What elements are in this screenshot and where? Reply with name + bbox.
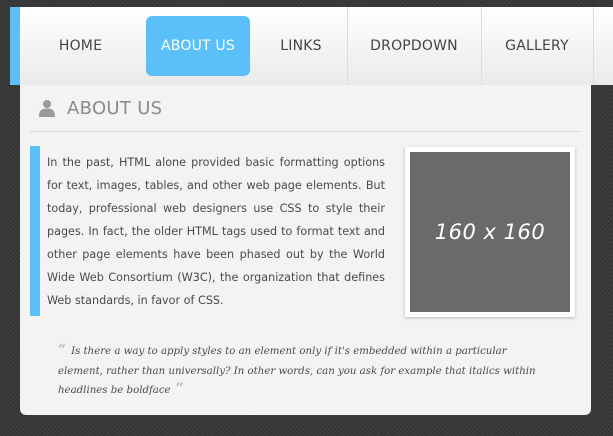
nav-item-overflow[interactable]: [593, 7, 613, 85]
quote-text: Is there a way to apply styles to an ele…: [58, 346, 536, 396]
nav-item-links[interactable]: LINKS: [255, 7, 347, 85]
main-navigation: HOME ABOUT US LINKS DROPDOWN GALLERY: [20, 7, 613, 85]
nav-accent-bar: [10, 7, 20, 85]
nav-item-label: GALLERY: [505, 38, 569, 54]
nav-item-label: HOME: [58, 38, 103, 54]
body-paragraph: In the past, HTML alone provided basic f…: [47, 156, 385, 307]
text-accent-bar: [30, 146, 40, 316]
nav-item-dropdown[interactable]: DROPDOWN: [347, 7, 481, 85]
nav-item-home[interactable]: HOME: [20, 7, 141, 85]
nav-item-label: ABOUT US: [146, 16, 250, 76]
nav-item-label: LINKS: [280, 38, 322, 54]
blockquote: “Is there a way to apply styles to an el…: [58, 342, 548, 401]
nav-item-gallery[interactable]: GALLERY: [481, 7, 593, 85]
image-placeholder: 160 x 160: [410, 152, 570, 312]
image-frame: 160 x 160: [405, 147, 575, 317]
quote-open-icon: “: [58, 342, 67, 358]
section-title: ABOUT US: [67, 97, 163, 119]
user-icon: [39, 100, 55, 117]
image-placeholder-label: 160 x 160: [434, 220, 546, 244]
quote-close-icon: ”: [175, 381, 184, 397]
nav-item-label: DROPDOWN: [370, 38, 458, 54]
section-header: ABOUT US: [30, 85, 581, 132]
nav-item-about-us[interactable]: ABOUT US: [141, 7, 255, 85]
content-panel: ABOUT US In the past, HTML alone provide…: [20, 85, 591, 415]
